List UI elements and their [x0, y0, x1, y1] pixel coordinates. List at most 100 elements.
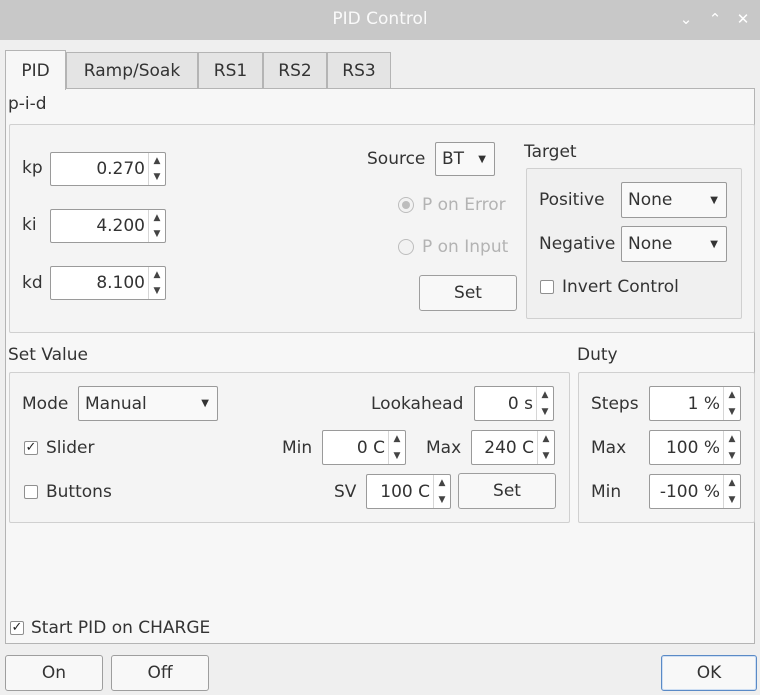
spin-up-icon[interactable]: ▲	[543, 434, 550, 444]
spin-down-icon[interactable]: ▼	[543, 451, 550, 461]
max-spinbox[interactable]: 240 C ▲ ▼	[471, 430, 555, 465]
invert-control-label: Invert Control	[562, 277, 679, 297]
spin-arrows[interactable]: ▲ ▼	[536, 387, 553, 420]
spin-down-icon[interactable]: ▼	[439, 495, 446, 505]
source-value: BT	[442, 149, 465, 169]
chevron-down-icon: ▼	[710, 238, 718, 250]
spin-up-icon[interactable]: ▲	[154, 213, 161, 223]
source-combo[interactable]: BT ▼	[435, 142, 495, 176]
max-label: Max	[426, 438, 462, 458]
mode-combo[interactable]: Manual ▼	[78, 386, 218, 421]
on-button[interactable]: On	[5, 655, 103, 691]
duty-min-label: Min	[591, 482, 622, 502]
spin-down-icon[interactable]: ▼	[542, 407, 549, 417]
button-label: Off	[147, 663, 173, 683]
spin-down-icon[interactable]: ▼	[729, 451, 736, 461]
spin-down-icon[interactable]: ▼	[154, 172, 161, 182]
spin-arrows[interactable]: ▲ ▼	[148, 267, 165, 299]
steps-value: 1 %	[687, 393, 720, 414]
sv-set-button[interactable]: Set	[458, 473, 556, 509]
chevron-down-icon: ▼	[478, 153, 486, 165]
pid-group-label: p-i-d	[8, 94, 47, 114]
chevron-down-icon: ▼	[710, 194, 718, 206]
radio-dot	[402, 201, 410, 209]
min-label: Min	[282, 438, 313, 458]
tab-pid[interactable]: PID	[5, 50, 66, 90]
min-value: 0 C	[356, 437, 385, 458]
lookahead-value: 0 s	[507, 393, 533, 414]
tab-rs1[interactable]: RS1	[198, 52, 263, 88]
negative-combo[interactable]: None ▼	[621, 226, 727, 262]
tab-rs2[interactable]: RS2	[263, 52, 327, 88]
spin-up-icon[interactable]: ▲	[729, 434, 736, 444]
lookahead-label: Lookahead	[371, 394, 464, 414]
min-spinbox[interactable]: 0 C ▲ ▼	[322, 430, 406, 465]
title-bar: PID Control ⌄ ⌃ ✕	[0, 0, 760, 40]
tab-label: RS1	[213, 61, 248, 81]
spin-arrows[interactable]: ▲ ▼	[723, 387, 740, 420]
source-label: Source	[367, 149, 426, 169]
spin-up-icon[interactable]: ▲	[154, 156, 161, 166]
start-on-charge-checkbox[interactable]: ✓	[10, 621, 24, 635]
target-group-label: Target	[524, 142, 577, 162]
negative-value: None	[628, 234, 673, 254]
mode-label: Mode	[22, 394, 69, 414]
chevron-down-icon[interactable]: ⌄	[675, 8, 697, 30]
duty-min-spinbox[interactable]: -100 % ▲ ▼	[649, 474, 741, 509]
tab-label: PID	[21, 61, 50, 81]
ki-spinbox[interactable]: 4.200 ▲ ▼	[50, 209, 166, 243]
ki-value: 4.200	[96, 216, 145, 236]
spin-down-icon[interactable]: ▼	[729, 407, 736, 417]
spin-down-icon[interactable]: ▼	[154, 286, 161, 296]
spin-up-icon[interactable]: ▲	[729, 390, 736, 400]
spin-down-icon[interactable]: ▼	[394, 451, 401, 461]
mode-value: Manual	[85, 393, 147, 414]
spin-up-icon[interactable]: ▲	[729, 478, 736, 488]
kp-label: kp	[22, 158, 43, 178]
spin-down-icon[interactable]: ▼	[154, 229, 161, 239]
positive-combo[interactable]: None ▼	[621, 182, 727, 218]
kd-spinbox[interactable]: 8.100 ▲ ▼	[50, 266, 166, 300]
tab-label: RS3	[342, 61, 376, 81]
duty-max-spinbox[interactable]: 100 % ▲ ▼	[649, 430, 741, 465]
tab-rs3[interactable]: RS3	[327, 52, 391, 88]
p-on-input-label: P on Input	[422, 237, 509, 257]
spin-arrows[interactable]: ▲ ▼	[148, 210, 165, 242]
invert-control-checkbox[interactable]	[540, 280, 554, 294]
spin-arrows[interactable]: ▲ ▼	[433, 475, 450, 508]
positive-value: None	[628, 190, 673, 210]
spin-arrows[interactable]: ▲ ▼	[723, 431, 740, 464]
tab-ramp-soak[interactable]: Ramp/Soak	[66, 52, 198, 88]
close-icon[interactable]: ✕	[732, 8, 754, 30]
steps-spinbox[interactable]: 1 % ▲ ▼	[649, 386, 741, 421]
lookahead-spinbox[interactable]: 0 s ▲ ▼	[474, 386, 554, 421]
spin-arrows[interactable]: ▲ ▼	[723, 475, 740, 508]
tab-label: RS2	[278, 61, 312, 81]
button-label: OK	[696, 663, 722, 683]
slider-checkbox[interactable]: ✓	[24, 441, 38, 455]
sv-label: SV	[334, 482, 357, 502]
ok-button[interactable]: OK	[661, 655, 757, 691]
sv-spinbox[interactable]: 100 C ▲ ▼	[366, 474, 451, 509]
buttons-checkbox[interactable]	[24, 485, 38, 499]
duty-max-label: Max	[591, 438, 627, 458]
spin-up-icon[interactable]: ▲	[154, 270, 161, 280]
spin-up-icon[interactable]: ▲	[542, 390, 549, 400]
off-button[interactable]: Off	[111, 655, 209, 691]
spin-up-icon[interactable]: ▲	[394, 434, 401, 444]
p-on-error-radio[interactable]	[398, 197, 414, 213]
kp-value: 0.270	[96, 159, 145, 179]
kp-spinbox[interactable]: 0.270 ▲ ▼	[50, 152, 166, 186]
positive-label: Positive	[539, 190, 605, 210]
set-value-group-label: Set Value	[8, 345, 89, 365]
pid-set-button[interactable]: Set	[419, 275, 517, 311]
spin-down-icon[interactable]: ▼	[729, 495, 736, 505]
spin-arrows[interactable]: ▲ ▼	[148, 153, 165, 185]
spin-up-icon[interactable]: ▲	[439, 478, 446, 488]
spin-arrows[interactable]: ▲ ▼	[537, 431, 554, 464]
duty-group-label: Duty	[577, 345, 618, 365]
window-title: PID Control	[332, 9, 428, 29]
p-on-input-radio[interactable]	[398, 239, 414, 255]
chevron-up-icon[interactable]: ⌃	[704, 8, 726, 30]
spin-arrows[interactable]: ▲ ▼	[388, 431, 405, 464]
